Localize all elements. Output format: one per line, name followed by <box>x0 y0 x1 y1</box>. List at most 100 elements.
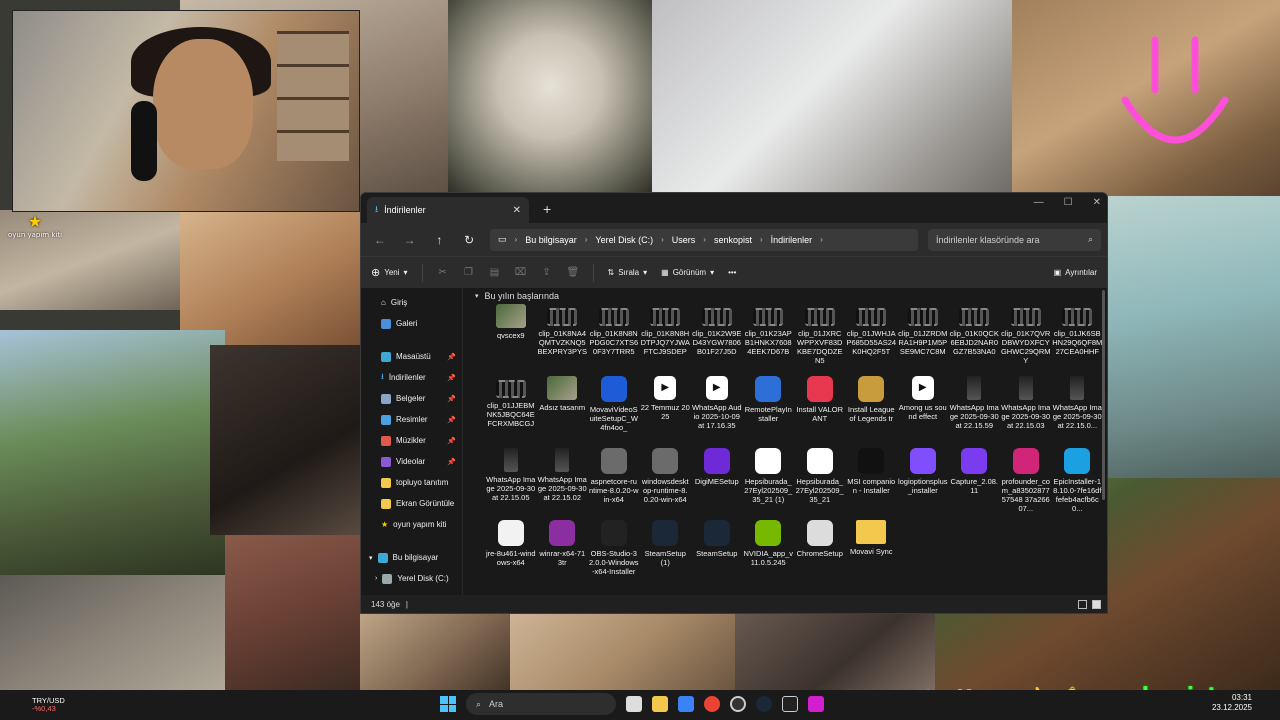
obs-icon[interactable] <box>730 696 746 712</box>
copy-icon[interactable]: ❐ <box>463 267 475 278</box>
details-button[interactable]: ▣ Ayrıntılar <box>1054 268 1097 277</box>
search-input[interactable]: İndirilenler klasöründe ara ⌕ <box>928 228 1101 251</box>
share-icon[interactable]: ⇪ <box>541 267 553 278</box>
file-explorer-icon[interactable] <box>652 696 668 712</box>
file-item[interactable]: Install League of Legends tr <box>846 374 898 446</box>
tab-downloads[interactable]: ⭳ İndirilenler ✕ <box>367 197 529 223</box>
file-item[interactable]: jre-8u461-windows-x64 <box>485 518 537 590</box>
app-icon[interactable] <box>808 696 824 712</box>
file-item[interactable]: clip_01K23APB1HNKX76084EEK7D67B <box>743 302 795 374</box>
file-item[interactable]: ▶ Among us sound effect <box>897 374 949 446</box>
file-item[interactable]: Hepsiburada_27Eyl202509_35_21 (1) <box>743 446 795 518</box>
cut-icon[interactable]: ✂ <box>437 267 449 278</box>
file-item[interactable]: logioptionsplus_installer <box>897 446 949 518</box>
task-view-icon[interactable] <box>626 696 642 712</box>
file-item[interactable]: profounder_com_a8350287757548 37a26607..… <box>1000 446 1052 518</box>
file-item[interactable]: WhatsApp Image 2025-09-30 at 22.15.59 <box>949 374 1001 446</box>
chevron-right-icon[interactable]: › <box>375 575 377 582</box>
file-item[interactable]: Install VALORANT <box>794 374 846 446</box>
file-item[interactable]: WhatsApp Image 2025-09-30 at 22.15.03 <box>1000 374 1052 446</box>
file-item[interactable]: ▶ WhatsApp Audio 2025-10-09 at 17.16.35 <box>691 374 743 446</box>
sidebar-item-screenshots[interactable]: Ekran Görüntüle <box>361 493 462 514</box>
delete-icon[interactable]: 🗑 <box>567 267 580 278</box>
more-options-button[interactable]: ••• <box>728 268 736 277</box>
file-item[interactable]: Adsız tasarım <box>537 374 589 446</box>
close-icon[interactable]: ✕ <box>1093 197 1101 208</box>
sidebar-item-music[interactable]: Müzikler 📌 <box>361 430 462 451</box>
file-item[interactable]: clip_01JJEBMNK5JBQC64EFCRXMBCGJ <box>485 374 537 446</box>
file-item[interactable]: windowsdesktop-runtime-8.0.20-win-x64 <box>640 446 692 518</box>
file-item[interactable]: Hepsiburada_27Eyl202509_35_21 <box>794 446 846 518</box>
file-item[interactable]: MovaviVideoSuiteSetupC_W4fn4oo_ <box>588 374 640 446</box>
file-item[interactable]: ▶ 22 Temmuz 2025 <box>640 374 692 446</box>
sidebar-item-game-kit[interactable]: ★ oyun yapım kiti <box>361 514 462 535</box>
close-tab-icon[interactable]: ✕ <box>513 205 521 216</box>
tiles-view-icon[interactable] <box>1092 599 1101 609</box>
paste-icon[interactable]: ▤ <box>489 267 501 278</box>
file-item[interactable]: clip_01K8N8NPDG0C7XTS60F3Y7TRR5 <box>588 302 640 374</box>
breadcrumb-item[interactable]: Bu bilgisayar <box>525 235 577 245</box>
chrome-icon[interactable] <box>704 696 720 712</box>
vertical-scrollbar[interactable] <box>1102 290 1105 500</box>
steam-icon[interactable] <box>756 696 772 712</box>
file-item[interactable]: OBS-Studio-32.0.0-Windows-x64-Installer <box>588 518 640 590</box>
file-item[interactable]: MSI companion - Installer <box>846 446 898 518</box>
new-tab-button[interactable]: + <box>543 201 551 217</box>
sidebar-item-downloads[interactable]: ⭳ İndirilenler 📌 <box>361 367 462 388</box>
file-item[interactable]: clip_01JWHJAP685D55AS24K0HQ2F5T <box>846 302 898 374</box>
details-view-icon[interactable] <box>1078 599 1087 609</box>
file-item[interactable]: clip_01K8NA4QMTVZKNQ5BEXPRY3PYS <box>537 302 589 374</box>
file-item[interactable]: aspnetcore-runtime-8.0.20-win-x64 <box>588 446 640 518</box>
file-item[interactable]: clip_01K7QVRDBWYDXFCYGHWC29QRMY <box>1000 302 1052 374</box>
sidebar-item-videos[interactable]: Videolar 📌 <box>361 451 462 472</box>
file-item[interactable]: WhatsApp Image 2025-09-30 at 22.15.05 <box>485 446 537 518</box>
currency-widget[interactable]: TRY/USD -%0,43 <box>32 696 65 714</box>
sidebar-item-local-disk[interactable]: › Yerel Disk (C:) <box>361 568 462 589</box>
file-item[interactable]: SteamSetup (1) <box>640 518 692 590</box>
file-item[interactable]: clip_01JZRDMRA1H9P1M5PSE9MC7C8M <box>897 302 949 374</box>
sidebar-item-home[interactable]: ⌂ Giriş <box>361 292 462 313</box>
file-item[interactable]: SteamSetup <box>691 518 743 590</box>
breadcrumb-item[interactable]: Yerel Disk (C:) <box>595 235 653 245</box>
sidebar-item-this-pc[interactable]: ▾ Bu bilgisayar <box>361 547 462 568</box>
breadcrumb-item[interactable]: senkopist <box>714 235 752 245</box>
sidebar-item-documents[interactable]: Belgeler 📌 <box>361 388 462 409</box>
file-item[interactable]: DigiMESetup <box>691 446 743 518</box>
minimize-icon[interactable]: — <box>1034 197 1044 208</box>
file-item[interactable]: ChromeSetup <box>794 518 846 590</box>
system-clock[interactable]: 03:31 23.12.2025 <box>1212 693 1252 714</box>
address-bar[interactable]: ▭ › Bu bilgisayar › Yerel Disk (C:) › Us… <box>490 228 918 251</box>
sidebar-item-pictures[interactable]: Resimler 📌 <box>361 409 462 430</box>
file-item[interactable]: clip_01K8N8HDTPJQ7YJWAFTCJ9SDEP <box>640 302 692 374</box>
file-item[interactable]: Movavi Sync <box>846 518 898 590</box>
breadcrumb-item[interactable]: İndirilenler <box>771 235 813 245</box>
file-item[interactable]: clip_01K0QCK6EBJD2NAR0GZ7B53NA0 <box>949 302 1001 374</box>
file-item[interactable]: WhatsApp Image 2025-09-30 at 22.15.0... <box>1052 374 1104 446</box>
up-arrow-icon[interactable]: ↑ <box>427 233 453 247</box>
rename-icon[interactable]: ⌧ <box>515 267 527 278</box>
forward-arrow-icon[interactable]: → <box>397 233 423 247</box>
windows-start-icon[interactable] <box>440 696 456 712</box>
file-item[interactable]: EpicInstaller-18.10.0-7fe16dffefeb4acfb6… <box>1052 446 1104 518</box>
taskbar-search[interactable]: ⌕ Ara <box>466 693 616 715</box>
sidebar-item-desktop[interactable]: Masaüstü 📌 <box>361 346 462 367</box>
view-button[interactable]: ▦ Görünüm ▾ <box>661 268 714 277</box>
file-item[interactable]: Capture_2.08.11 <box>949 446 1001 518</box>
breadcrumb-item[interactable]: Users <box>672 235 696 245</box>
file-item[interactable]: qvscex9 <box>485 302 537 374</box>
maximize-icon[interactable]: ☐ <box>1064 197 1073 208</box>
epic-games-icon[interactable] <box>782 696 798 712</box>
file-item[interactable]: NVIDIA_app_v11.0.5.245 <box>743 518 795 590</box>
file-item[interactable]: RemotePlayInstaller <box>743 374 795 446</box>
store-icon[interactable] <box>678 696 694 712</box>
refresh-icon[interactable]: ↻ <box>456 233 482 247</box>
sort-button[interactable]: ⇅ Sırala ▾ <box>608 268 648 277</box>
file-item[interactable]: winrar-x64-713tr <box>537 518 589 590</box>
sidebar-item-gallery[interactable]: Galeri <box>361 313 462 334</box>
new-button[interactable]: ⊕ Yeni ▾ <box>371 266 408 279</box>
file-item[interactable]: clip_01K2W9ED43YGW7806B01F27J5D <box>691 302 743 374</box>
file-item[interactable]: WhatsApp Image 2025-09-30 at 22.15.02 <box>537 446 589 518</box>
file-item[interactable]: clip_01JXRCWPPXVF83DKBE7DQDZEN5 <box>794 302 846 374</box>
back-arrow-icon[interactable]: ← <box>367 233 393 247</box>
file-item[interactable]: clip_01JK6SBHN29Q6QF8M27CEA0HHF <box>1052 302 1104 374</box>
